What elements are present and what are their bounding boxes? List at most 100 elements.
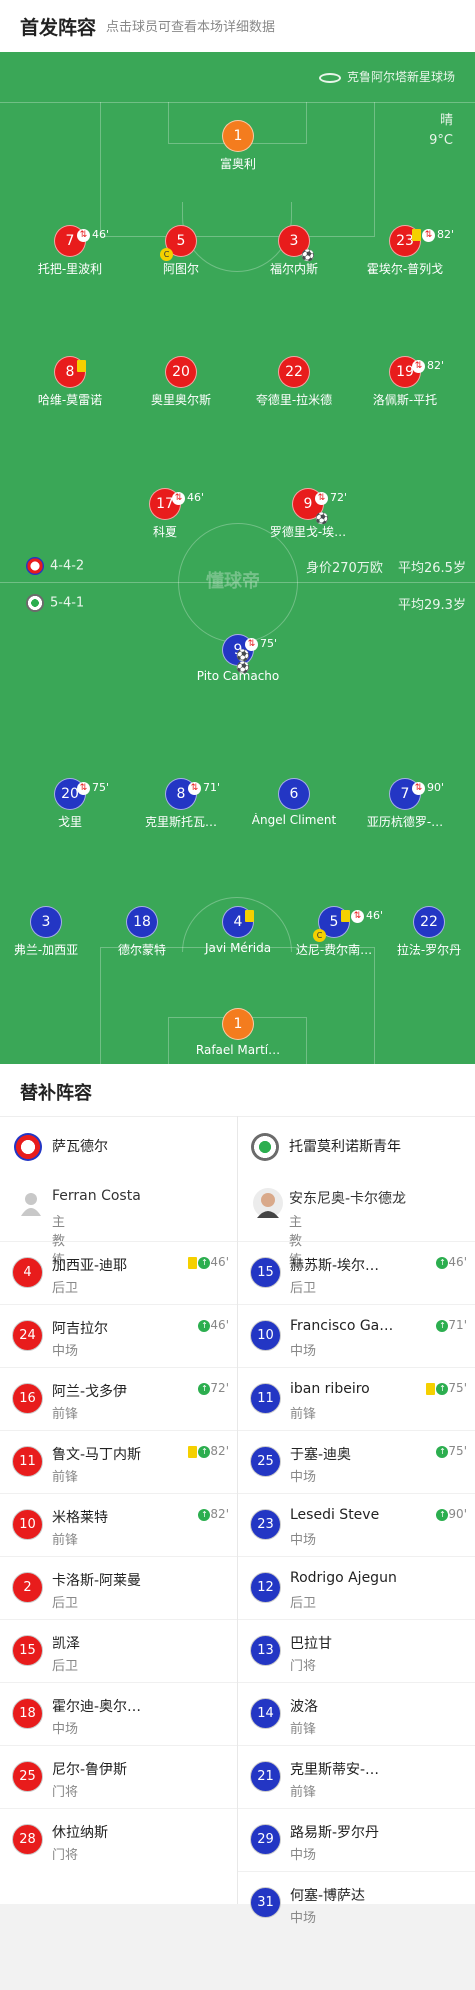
bench-player-name: 波洛 [290, 1699, 318, 1715]
sub-in-icon: ↑ [436, 1508, 449, 1521]
bench-player-number: 24 [12, 1320, 43, 1351]
bench-player-events: ↑ 90' [436, 1507, 467, 1521]
lineup-title: 首发阵容 [20, 17, 97, 39]
away-player[interactable]: 9 ⚽⚽ ⇅ 75' Pito Camacho [173, 634, 303, 683]
bench-player-name: 阿吉拉尔 [52, 1321, 108, 1337]
player-number: 8 ⇅ 71' [165, 778, 220, 810]
bench-player-name: 霍尔迪-奥尔… [52, 1699, 142, 1715]
bench-player-number: 2 [12, 1572, 43, 1603]
away-player[interactable]: 7 ⇅ 90' 亚历杭德罗-… [340, 778, 470, 830]
bench-player-position: 中场 [290, 1344, 317, 1359]
bench-player-row[interactable]: 25 于塞-迪奥 中场 ↑ 75' [238, 1430, 475, 1493]
bench-player-number: 15 [12, 1635, 43, 1666]
bench-player-name: 凯泽 [52, 1636, 80, 1652]
bench-player-row[interactable]: 13 巴拉甘 门将 [238, 1619, 475, 1682]
yellow-card-icon [77, 360, 86, 372]
substitution-icon: ⇅ [412, 781, 425, 795]
player-name: 富奥利 [219, 157, 256, 171]
home-player[interactable]: 5 C 阿图尔 [116, 225, 246, 277]
player-events: ⇅ 82' [412, 351, 444, 381]
bench-player-row[interactable]: 23 Lesedi Steve 中场 ↑ 90' [238, 1493, 475, 1556]
coach-avatar-placeholder-icon [16, 1188, 46, 1218]
home-player[interactable]: 9 ⚽ ⇅ 72' 罗德里戈-埃… [243, 488, 373, 540]
bench-player-number: 10 [12, 1509, 43, 1540]
bench-player-name: 赫苏斯-埃尔… [290, 1258, 380, 1274]
bench-player-name: iban ribeiro [290, 1381, 370, 1397]
lineup-header: 首发阵容 点击球员可查看本场详细数据 [0, 0, 475, 52]
bench-player-position: 中场 [290, 1470, 317, 1485]
player-number: 22 [278, 356, 310, 388]
bench-player-row[interactable]: 10 Francisco Ga… 中场 ↑ 71' [238, 1304, 475, 1367]
bench-player-row[interactable]: 14 波洛 前锋 [238, 1682, 475, 1745]
bench-player-row[interactable]: 31 何塞-博萨达 中场 [238, 1871, 475, 1934]
bench-player-name: 巴拉甘 [290, 1636, 332, 1652]
bench-player-row[interactable]: 15 凯泽 后卫 [0, 1619, 237, 1682]
home-formation[interactable]: 4-4-2 [26, 557, 84, 575]
player-name: 克里斯托瓦… [144, 815, 217, 829]
bench-player-row[interactable]: 11 iban ribeiro 前锋 ↑ 75' [238, 1367, 475, 1430]
bench-player-events: ↑ 75' [426, 1381, 467, 1395]
bench-player-row[interactable]: 29 路易斯-罗尔丹 中场 [238, 1808, 475, 1871]
away-player[interactable]: 8 ⇅ 71' 克里斯托瓦… [116, 778, 246, 830]
bench-player-name: 卡洛斯-阿莱曼 [52, 1573, 142, 1589]
sub-in-icon: ↑ [198, 1508, 211, 1521]
bench-player-name: 尼尔-鲁伊斯 [52, 1762, 128, 1778]
bench-player-position: 门将 [290, 1659, 317, 1674]
home-coach-name: Ferran Costa [52, 1188, 141, 1204]
bench-player-row[interactable]: 21 克里斯蒂安-… 前锋 [238, 1745, 475, 1808]
weather-info: 晴 9°C [429, 111, 453, 151]
player-number: 7 ⇅ 46' [54, 225, 109, 257]
away-formation[interactable]: 5-4-1 [26, 594, 84, 612]
bench-player-number: 28 [12, 1824, 43, 1855]
bench-player-position: 前锋 [52, 1407, 79, 1422]
bench-player-row[interactable]: 28 休拉纳斯 门将 [0, 1808, 237, 1871]
bench-player-number: 18 [12, 1698, 43, 1729]
goal-icon: ⚽ [315, 512, 329, 525]
bench-player-row[interactable]: 18 霍尔迪-奥尔… 中场 [0, 1682, 237, 1745]
home-player[interactable]: 1 富奥利 [173, 120, 303, 172]
player-events: ⇅ 72' [315, 483, 347, 513]
bench-player-number: 21 [250, 1761, 281, 1792]
bench-player-position: 前锋 [52, 1533, 79, 1548]
away-team-logo-icon [251, 1133, 279, 1161]
player-name: 罗德里戈-埃… [269, 525, 347, 539]
bench-away-team[interactable]: 托雷莫利诺斯青年 [251, 1133, 401, 1161]
weather-condition: 晴 [439, 113, 453, 128]
substitution-icon: ⇅ [245, 637, 258, 651]
bench-player-row[interactable]: 11 鲁文-马丁内斯 前锋 ↑ 82' [0, 1430, 237, 1493]
captain-icon: C [160, 248, 173, 261]
bench-player-position: 中场 [52, 1722, 79, 1737]
player-name: Rafael Martí… [195, 1043, 281, 1057]
bench-player-row[interactable]: 16 阿兰-戈多伊 前锋 ↑ 72' [0, 1367, 237, 1430]
player-name: 阿图尔 [162, 262, 199, 276]
bench-player-events: ↑ 82' [188, 1444, 229, 1458]
away-player[interactable]: 22 拉法-罗尔丹 [364, 906, 475, 958]
bench-player-row[interactable]: 15 赫苏斯-埃尔… 后卫 ↑ 46' [238, 1241, 475, 1304]
bench-player-events: ↑ 75' [436, 1444, 467, 1458]
home-player[interactable]: 19 ⇅ 82' 洛佩斯-平托 [340, 356, 470, 408]
home-player[interactable]: 23 ⇅ 82' 霍埃尔-普列戈 [340, 225, 470, 277]
home-player[interactable]: 17 ⇅ 46' 科夏 [100, 488, 230, 540]
player-events: ⇅ 75' [245, 629, 277, 659]
bench-player-events: ↑ 82' [198, 1507, 229, 1521]
bench-player-row[interactable]: 4 加西亚-迪耶 后卫 ↑ 46' [0, 1241, 237, 1304]
bench-player-number: 16 [12, 1383, 43, 1414]
yellow-card-icon [245, 910, 254, 922]
player-number: 7 ⇅ 90' [389, 778, 444, 810]
bench-player-number: 23 [250, 1509, 281, 1540]
player-number: 1 [222, 120, 254, 152]
player-number: 17 ⇅ 46' [149, 488, 204, 520]
bench-player-number: 29 [250, 1824, 281, 1855]
bench-home-team[interactable]: 萨瓦德尔 [14, 1133, 108, 1161]
bench-player-row[interactable]: 24 阿吉拉尔 中场 ↑ 46' [0, 1304, 237, 1367]
bench-player-row[interactable]: 10 米格莱特 前锋 ↑ 82' [0, 1493, 237, 1556]
away-team-badge-icon [26, 594, 44, 612]
bench-player-row[interactable]: 12 Rodrigo Ajegun 后卫 [238, 1556, 475, 1619]
home-player[interactable]: 20 奥里奥尔斯 [116, 356, 246, 408]
bench-player-number: 15 [250, 1257, 281, 1288]
bench-player-events: ↑ 46' [198, 1318, 229, 1332]
away-player[interactable]: 1 Rafael Martí… [173, 1008, 303, 1057]
bench-player-position: 前锋 [290, 1722, 317, 1737]
bench-player-row[interactable]: 2 卡洛斯-阿莱曼 后卫 [0, 1556, 237, 1619]
bench-player-row[interactable]: 25 尼尔-鲁伊斯 门将 [0, 1745, 237, 1808]
